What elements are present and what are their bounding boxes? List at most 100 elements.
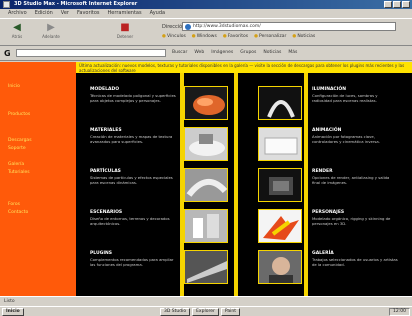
start-button[interactable]: Inicio xyxy=(2,308,24,316)
stop-button[interactable]: ■ Detener xyxy=(114,22,136,44)
link-item[interactable]: Noticias xyxy=(292,34,315,39)
thumbnail-rendered-object[interactable] xyxy=(184,168,228,202)
item-title[interactable]: PARTÍCULAS xyxy=(90,169,121,174)
page-viewport: Inicio Productos Descargas Soporte Galer… xyxy=(0,62,412,296)
list-item: PERSONAJES Modelado orgánico, rigging y … xyxy=(244,207,412,245)
list-item: ANIMACIÓN Animación por fotogramas clave… xyxy=(244,125,412,163)
menu-file[interactable]: Archivo xyxy=(8,9,27,18)
sidebar-link-tutorials[interactable]: Tutoriales xyxy=(8,170,30,176)
thumbnail-image xyxy=(263,216,299,240)
thumbnail-rendered-object[interactable] xyxy=(184,250,228,284)
news-ticker: Última actualización: nuevos modelos, te… xyxy=(76,62,412,73)
address-bar[interactable]: http://www.3dstudiomax.com/ xyxy=(182,22,396,31)
menu-bar: Archivo Edición Ver Favoritos Herramient… xyxy=(0,9,412,18)
thumbnail-rendered-object[interactable] xyxy=(258,209,302,243)
item-description: Diseño de entornos, terrenos y decorados… xyxy=(90,216,170,226)
menu-help[interactable]: Ayuda xyxy=(150,9,165,18)
item-description: Creación de materiales y mapas de textur… xyxy=(90,134,173,144)
ie-page-icon xyxy=(185,24,191,30)
link-item[interactable]: Vínculos xyxy=(162,34,186,39)
search-link[interactable]: Imágenes xyxy=(211,50,233,55)
item-description: Modelado orgánico, rigging y skinning de… xyxy=(312,216,391,226)
item-title[interactable]: PLUGINS xyxy=(90,251,112,256)
item-description: Complementos recomendados para ampliar l… xyxy=(90,257,174,267)
thumbnail-rendered-object[interactable] xyxy=(184,209,228,243)
item-title[interactable]: MATERIALES xyxy=(90,128,122,133)
sidebar-link-downloads[interactable]: Descargas xyxy=(8,138,32,144)
item-title[interactable]: RENDER xyxy=(312,169,333,174)
thumbnail-image xyxy=(269,257,293,283)
back-arrow-icon: ◀ xyxy=(13,22,21,33)
menu-view[interactable]: Ver xyxy=(61,9,69,18)
stop-icon: ■ xyxy=(120,22,130,33)
minimize-button[interactable] xyxy=(384,1,392,8)
sidebar-link-forums[interactable]: Foros xyxy=(8,202,20,208)
list-item: MATERIALES Creación de materiales y mapa… xyxy=(76,125,244,163)
thumbnail-image xyxy=(186,179,227,197)
sidebar-link-contact[interactable]: Contacto xyxy=(8,210,28,216)
link-item[interactable]: Favoritos xyxy=(223,34,248,39)
search-link[interactable]: Web xyxy=(194,50,204,55)
thumbnail-rendered-object[interactable] xyxy=(184,86,228,120)
list-item: ESCENARIOS Diseño de entornos, terrenos … xyxy=(76,207,244,245)
thumbnail-image xyxy=(193,95,225,115)
taskbar-clock: 12:00 xyxy=(389,308,410,316)
thumbnail-image xyxy=(269,177,293,195)
stop-label: Detener xyxy=(116,34,134,39)
taskbar-item[interactable]: 3D Studio xyxy=(160,308,191,316)
links-bar: Vínculos Windows Favoritos Personalizar … xyxy=(162,34,315,39)
browser-window: 3D Studio Max - Microsoft Internet Explo… xyxy=(0,0,412,316)
search-logo: G xyxy=(4,49,11,58)
list-item: ILUMINACIÓN Configuración de luces, somb… xyxy=(244,84,412,122)
menu-tools[interactable]: Herramientas xyxy=(108,9,142,18)
content-area: MODELADO Técnicas de modelado poligonal … xyxy=(76,73,412,296)
item-title[interactable]: MODELADO xyxy=(90,87,119,92)
search-link[interactable]: Grupos xyxy=(240,50,256,55)
menu-edit[interactable]: Edición xyxy=(35,9,53,18)
thumbnail-rendered-object[interactable] xyxy=(258,250,302,284)
thumbnail-rendered-object[interactable] xyxy=(258,86,302,120)
forward-arrow-icon: ▶ xyxy=(47,22,55,33)
maximize-button[interactable] xyxy=(393,1,401,8)
item-title[interactable]: ESCENARIOS xyxy=(90,210,122,215)
list-item: PLUGINS Complementos recomendados para a… xyxy=(76,248,244,286)
search-link[interactable]: Más xyxy=(288,50,297,55)
sidebar-link-gallery[interactable]: Galería xyxy=(8,162,24,168)
thumbnail-image xyxy=(187,261,227,283)
sidebar-link-support[interactable]: Soporte xyxy=(8,146,26,152)
status-bar: Listo xyxy=(0,296,412,306)
link-item[interactable]: Windows xyxy=(192,34,217,39)
item-title[interactable]: ILUMINACIÓN xyxy=(312,87,346,92)
close-button[interactable] xyxy=(402,1,410,8)
thumbnail-rendered-object[interactable] xyxy=(184,127,228,161)
thumbnail-rendered-object[interactable] xyxy=(258,168,302,202)
thumbnail-image xyxy=(193,214,219,238)
site-sidebar: Inicio Productos Descargas Soporte Galer… xyxy=(0,62,76,296)
forward-label: Adelante xyxy=(42,34,60,39)
menu-favorites[interactable]: Favoritos xyxy=(77,9,100,18)
item-description: Animación por fotogramas clave, controla… xyxy=(312,134,380,144)
back-button[interactable]: ◀ Atrás xyxy=(6,22,28,44)
taskbar-item[interactable]: Explorer xyxy=(192,308,219,316)
search-link[interactable]: Buscar xyxy=(172,50,187,55)
list-item: MODELADO Técnicas de modelado poligonal … xyxy=(76,84,244,122)
sidebar-link-home[interactable]: Inicio xyxy=(8,84,20,90)
app-icon xyxy=(3,1,10,8)
link-item[interactable]: Personalizar xyxy=(254,34,286,39)
taskbar-item[interactable]: Paint xyxy=(220,308,240,316)
search-input[interactable] xyxy=(16,49,166,57)
forward-button[interactable]: ▶ Adelante xyxy=(40,22,62,44)
item-description: Opciones de render, antialiasing y salid… xyxy=(312,175,390,185)
address-value: http://www.3dstudiomax.com/ xyxy=(193,24,261,29)
item-title[interactable]: PERSONAJES xyxy=(312,210,344,215)
item-description: Configuración de luces, sombras y radios… xyxy=(312,93,378,103)
thumbnail-rendered-object[interactable] xyxy=(258,127,302,161)
item-description: Técnicas de modelado poligonal y superfi… xyxy=(90,93,176,103)
list-item: PARTÍCULAS Sistemas de partículas y efec… xyxy=(76,166,244,204)
taskbar: Inicio 3D Studio Explorer Paint 12:00 xyxy=(0,306,412,316)
item-title[interactable]: ANIMACIÓN xyxy=(312,128,341,133)
search-link[interactable]: Noticias xyxy=(263,50,281,55)
item-title[interactable]: GALERÍA xyxy=(312,251,334,256)
sidebar-link-products[interactable]: Productos xyxy=(8,112,30,118)
list-item: GALERÍA Trabajos seleccionados de usuari… xyxy=(244,248,412,286)
